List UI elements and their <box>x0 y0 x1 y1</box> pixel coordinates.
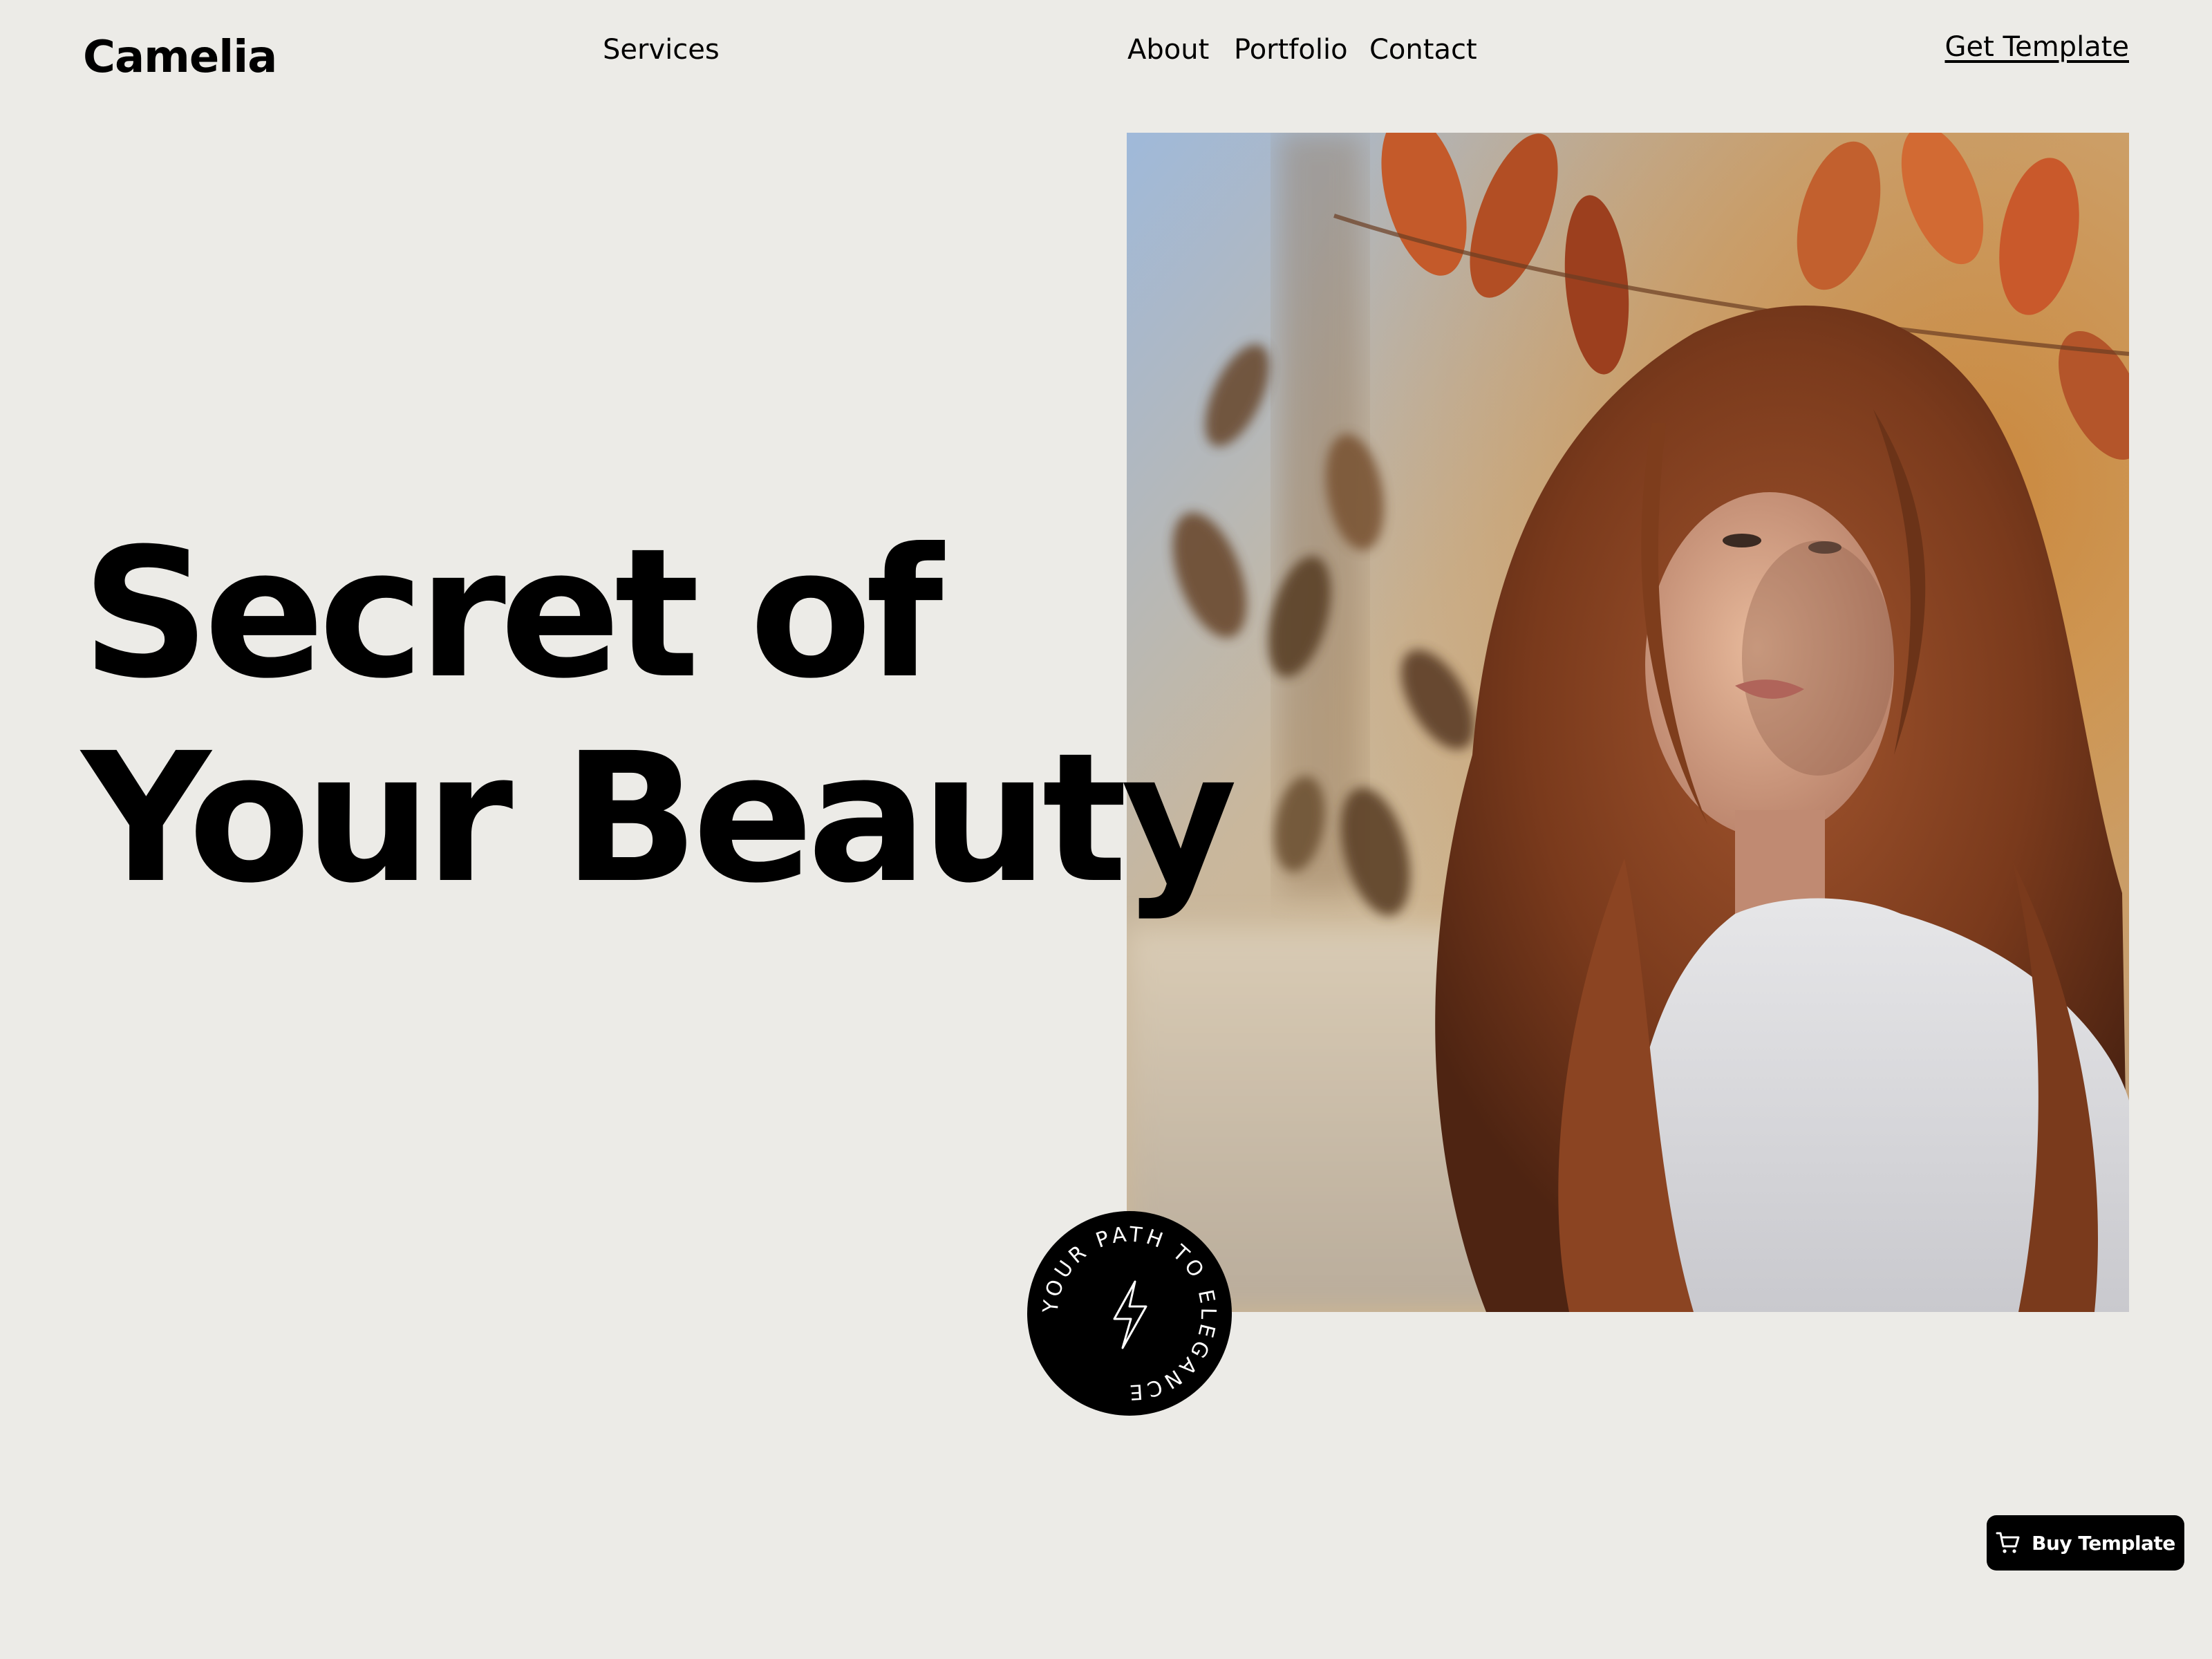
landing-page: Camelia Services About Portfolio Contact… <box>0 0 2212 1659</box>
brand-logo[interactable]: Camelia <box>83 26 277 88</box>
elegance-badge: YOUR PATH TO ELEGANCE <box>1027 1211 1232 1416</box>
buy-template-button[interactable]: Buy Template <box>1987 1515 2184 1571</box>
lightning-bolt-icon <box>1113 1280 1147 1349</box>
nav-link-portfolio[interactable]: Portfolio <box>1234 30 1348 69</box>
cart-icon <box>1996 1531 2021 1555</box>
nav-link-services[interactable]: Services <box>603 30 720 69</box>
hero-portrait-image <box>1127 133 2129 1312</box>
hero-headline-line-1: Secret of <box>82 510 944 718</box>
hero-headline: Secret of Your Beauty <box>82 510 1237 922</box>
badge-circular-text: YOUR PATH TO ELEGANCE <box>1038 1222 1220 1404</box>
get-template-link[interactable]: Get Template <box>1944 28 2129 66</box>
nav-link-contact[interactable]: Contact <box>1369 30 1477 69</box>
nav-link-about[interactable]: About <box>1127 30 1209 69</box>
buy-template-label: Buy Template <box>2032 1531 2175 1555</box>
hero-headline-line-2: Your Beauty <box>82 715 1237 922</box>
